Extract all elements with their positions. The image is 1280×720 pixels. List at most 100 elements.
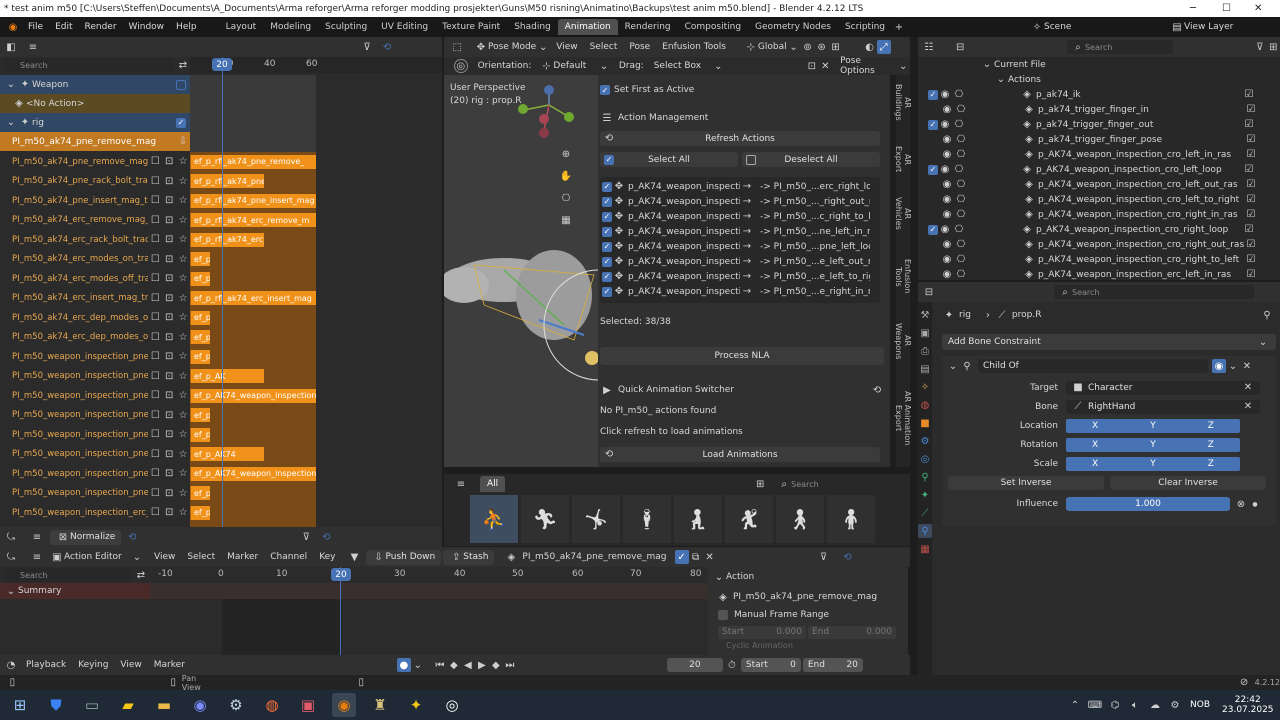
checkbox-icon[interactable]: ☐ bbox=[148, 428, 162, 442]
action-item[interactable]: ✓ ✥ p_AK74_weapon_inspecti... → -> PI_m50_..… bbox=[600, 269, 880, 284]
outliner-item[interactable]: ✓ ◉ ⎔ ◈ p_ak74_ik ☑ bbox=[918, 87, 1280, 102]
action-editor-menu-view[interactable]: View bbox=[154, 552, 175, 562]
orientation-dropdown[interactable]: ⊹ Default bbox=[539, 59, 597, 73]
play-icon[interactable]: ▶ bbox=[475, 658, 489, 672]
swap-icon[interactable]: ⇄ bbox=[176, 58, 190, 72]
tray-chevron-icon[interactable]: ⌃ bbox=[1068, 698, 1082, 712]
next-key-icon[interactable]: ◆ bbox=[489, 658, 503, 672]
outliner-item[interactable]: ◉ ⎔ ◈ p_AK74_weapon_inspection_cro_right_in… bbox=[918, 207, 1280, 222]
nla-strip[interactable]: ef_p_rfl_ak74_erc_remove_m bbox=[190, 213, 316, 228]
star-icon[interactable]: ☆ bbox=[176, 252, 190, 266]
star-icon[interactable]: ☆ bbox=[176, 291, 190, 305]
range-start-field[interactable]: Start 0.000 bbox=[718, 625, 806, 639]
steam-icon[interactable]: ⚙ bbox=[224, 693, 248, 717]
camera-icon[interactable]: ⎔ bbox=[954, 253, 968, 267]
sidebar-tab-ar-vehicles[interactable]: AR Vehicles bbox=[894, 188, 912, 240]
timeline-menu-playback[interactable]: Playback bbox=[26, 660, 66, 670]
sidebar-tab-ar-export[interactable]: AR Export bbox=[894, 136, 912, 182]
lock-icon[interactable]: ⊡ bbox=[162, 408, 176, 422]
star-icon[interactable]: ☆ bbox=[176, 389, 190, 403]
exclude-checkbox[interactable]: ✓ bbox=[928, 89, 938, 100]
eye-icon[interactable]: ◉ bbox=[1212, 359, 1226, 373]
action-checkbox[interactable]: ✓ bbox=[602, 181, 612, 192]
star-icon[interactable]: ☆ bbox=[176, 447, 190, 461]
range-end-field[interactable]: End 0.000 bbox=[808, 625, 896, 639]
eye-icon[interactable]: ◉ bbox=[938, 118, 952, 132]
lock-icon[interactable]: ⊡ bbox=[162, 291, 176, 305]
exclude-checkbox[interactable]: ✓ bbox=[928, 164, 938, 175]
timeline-icon[interactable]: ◔ bbox=[4, 658, 18, 672]
zoom-icon[interactable]: ⊕ bbox=[559, 147, 573, 161]
nla-track[interactable]: PI_m50_weapon_inspection_pne_left☐⊡☆ef_p… bbox=[0, 464, 442, 484]
star-icon[interactable]: ☆ bbox=[176, 486, 190, 500]
location-y-toggle[interactable]: Y bbox=[1150, 421, 1156, 431]
nla-track[interactable]: PI_m50_ak74_pne_rack_bolt_track ☐ ⊡ ☆ ef_p_r… bbox=[0, 171, 442, 191]
action-editor-menu-key[interactable]: Key bbox=[319, 552, 335, 562]
no-action-row[interactable]: ◈ <No Action> bbox=[0, 94, 190, 113]
asset-thumbnail[interactable]: 🤾︎ bbox=[725, 495, 773, 543]
camera-icon[interactable]: ⎔ bbox=[954, 178, 968, 192]
nla-track[interactable]: PI_m50_ak74_erc_dep_modes_on_tr☐⊡☆ef_p bbox=[0, 308, 442, 328]
rotation-xyz-toggles[interactable]: X Y Z bbox=[1066, 437, 1240, 452]
editor-mode-dropdown[interactable]: ▣ Action Editor bbox=[50, 550, 130, 564]
minimize-icon[interactable]: ─ bbox=[1190, 3, 1196, 14]
tray-usb-icon[interactable]: ⌨ bbox=[1088, 698, 1102, 712]
push-down-button[interactable]: ⇩ Push Down bbox=[365, 549, 442, 565]
manual-frame-range-row[interactable]: Manual Frame Range bbox=[708, 607, 908, 623]
eye-icon[interactable]: ◉ bbox=[938, 163, 952, 177]
menu-render[interactable]: Render bbox=[85, 22, 117, 32]
texture-tab-icon[interactable]: ▦ bbox=[918, 542, 932, 556]
asset-tab-all[interactable]: All bbox=[480, 476, 506, 492]
nla-track[interactable]: PI_m50_ak74_erc_rack_bolt_track ☐ ⊡ ☆ ef_p_r… bbox=[0, 230, 442, 250]
discord-icon[interactable]: ◉ bbox=[188, 693, 212, 717]
eye-icon[interactable]: ◉ bbox=[940, 148, 954, 162]
checkbox-icon[interactable]: ☐ bbox=[148, 369, 162, 383]
menu-edit[interactable]: Edit bbox=[55, 22, 72, 32]
action-item[interactable]: ✓ ✥ p_AK74_weapon_inspecti... → -> PI_m50_..… bbox=[600, 239, 880, 254]
blender-taskbar-icon[interactable]: ◉ bbox=[332, 693, 356, 717]
fake-user-icon[interactable]: ☑ bbox=[1244, 208, 1258, 222]
rotation-z-toggle[interactable]: Z bbox=[1208, 440, 1214, 450]
grid-icon[interactable]: ▦ bbox=[559, 213, 573, 227]
record-icon[interactable]: ● bbox=[396, 658, 411, 672]
lock-icon[interactable]: ⊡ bbox=[162, 428, 176, 442]
render-tab-icon[interactable]: ▣ bbox=[918, 326, 932, 340]
game-app-icon[interactable]: ✦ bbox=[404, 693, 428, 717]
checkbox-icon[interactable]: ☐ bbox=[148, 213, 162, 227]
outliner-item[interactable]: ◉ ⎔ ◈ p_AK74_weapon_inspection_cro_left_to_… bbox=[918, 192, 1280, 207]
checkbox-icon[interactable]: ☐ bbox=[148, 311, 162, 325]
nla-track[interactable]: PI_m50_weapon_inspection_pne_left☐⊡☆ef_p… bbox=[0, 444, 442, 464]
editor-type-icon[interactable]: ⤿ bbox=[4, 530, 18, 544]
action-checkbox[interactable]: ✓ bbox=[602, 211, 612, 222]
clear-inverse-button[interactable]: Clear Inverse bbox=[1110, 475, 1266, 490]
stopwatch-icon[interactable]: ⏱ bbox=[725, 658, 739, 672]
asset-thumbnail[interactable]: 🧎︎ bbox=[674, 495, 722, 543]
physics-tab-icon[interactable]: ◎ bbox=[918, 452, 932, 466]
display-mode-icon[interactable]: ⊞ bbox=[753, 477, 767, 491]
fake-user-icon[interactable]: ☑ bbox=[1244, 178, 1258, 192]
fake-user-icon[interactable]: ☑ bbox=[1244, 238, 1258, 252]
nla-track[interactable]: PI_m50_ak74_erc_dep_modes_off_tr☐⊡☆ef_p bbox=[0, 327, 442, 347]
asset-thumbnail[interactable]: 🧍︎ bbox=[827, 495, 875, 543]
editor-type-icon[interactable]: ⊟ bbox=[922, 285, 936, 299]
collapse-icon[interactable]: ⌄ bbox=[4, 584, 18, 598]
world-tab-icon[interactable]: ◍ bbox=[918, 398, 932, 412]
nla-strip[interactable]: ef_p_AK74_weapon_inspection_p bbox=[190, 388, 316, 403]
outliner-item[interactable]: ◉ ⎔ ◈ p_AK74_weapon_inspection_erc_left_in_… bbox=[918, 267, 1280, 280]
snap-icon[interactable]: ⊛ bbox=[815, 40, 829, 54]
jump-end-icon[interactable]: ⏭ bbox=[503, 658, 517, 672]
workspace-tab-sculpting[interactable]: Sculpting bbox=[318, 19, 374, 35]
sidebar-tab-ar-weapons[interactable]: AR Weapons bbox=[894, 313, 912, 368]
editor-type-icon[interactable]: ⬚ bbox=[450, 40, 464, 54]
prev-key-icon[interactable]: ◆ bbox=[447, 658, 461, 672]
checkbox-icon[interactable]: ☐ bbox=[148, 486, 162, 500]
outliner-actions-folder[interactable]: ⌄ Actions bbox=[918, 72, 1280, 87]
workspace-tab-uv-editing[interactable]: UV Editing bbox=[374, 19, 435, 35]
nla-track[interactable]: PI_m50_ak74_pne_remove_mag_trac☐⊡☆ef_p_r… bbox=[0, 152, 442, 172]
editor-type-icon[interactable]: ⤿ bbox=[4, 550, 18, 564]
snap-icon[interactable]: ⟲ bbox=[841, 550, 855, 564]
outliner-root[interactable]: ⌄ Current File bbox=[918, 57, 1280, 72]
outliner-item[interactable]: ◉ ⎔ ◈ p_AK74_weapon_inspection_cro_right_to… bbox=[918, 252, 1280, 267]
star-icon[interactable]: ☆ bbox=[176, 408, 190, 422]
eye-icon[interactable]: ◉ bbox=[940, 103, 954, 117]
